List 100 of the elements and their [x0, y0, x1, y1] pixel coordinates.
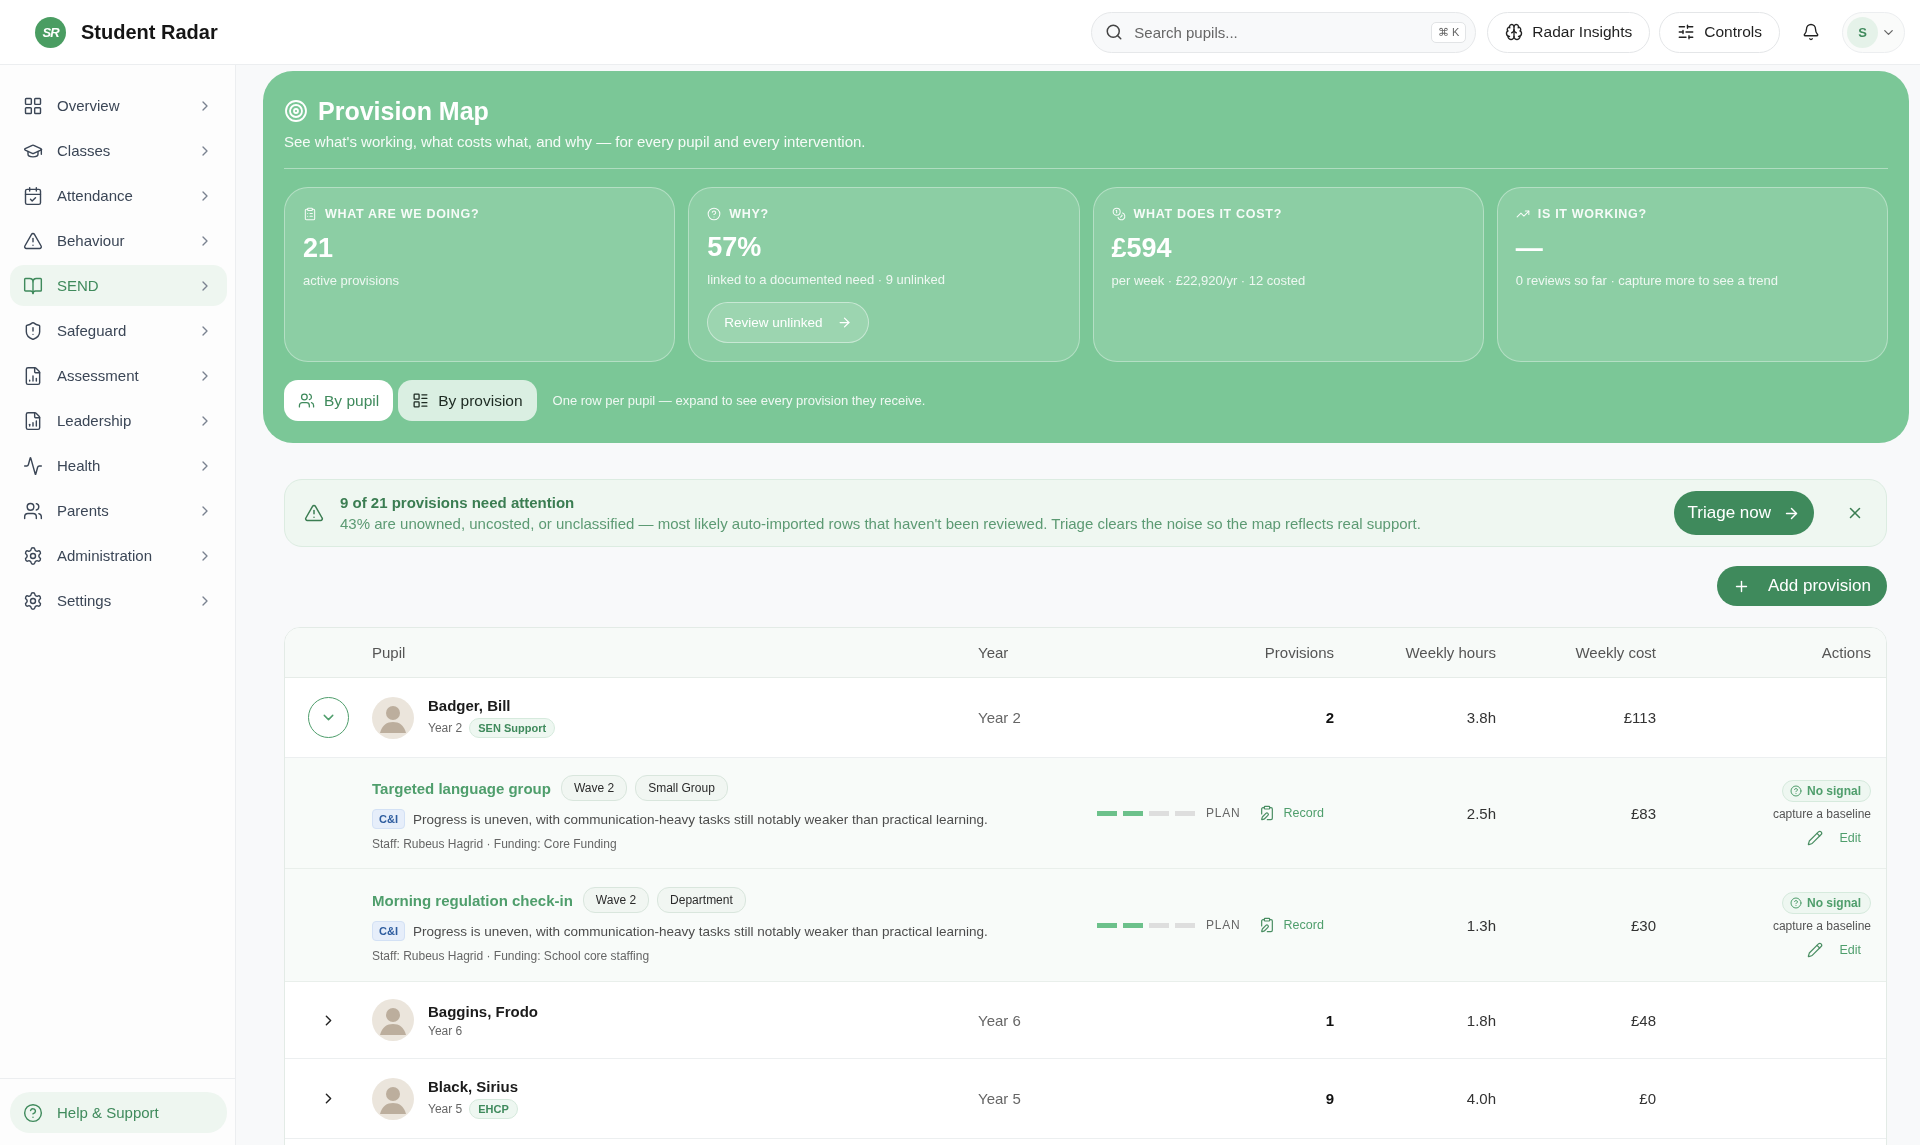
pupil-name[interactable]: Black, Sirius [428, 1078, 519, 1095]
need-tag: SEN Support [469, 718, 556, 738]
view-hint: One row per pupil — expand to see every provision they receive. [552, 393, 926, 408]
app-name: Student Radar [81, 20, 218, 44]
signal-label: No signal [1807, 896, 1861, 910]
year-cell-text: Year 5 [978, 1090, 1022, 1107]
sidebar-item[interactable]: Health [10, 445, 227, 486]
arrow-right-icon [836, 315, 852, 331]
help-circle-icon [1790, 897, 1802, 909]
people-icon [23, 500, 43, 521]
column-header: Year [978, 644, 1010, 661]
stat-label: IS IT WORKING? [1537, 207, 1647, 221]
stat-value: 21 [303, 232, 334, 264]
stat-caption: active provisions [303, 272, 400, 290]
provision-meta: Staff: Rubeus Hagrid · Funding: School core staffing [372, 949, 651, 963]
signal-label: No signal [1807, 784, 1861, 798]
sidebar-item[interactable]: Behaviour [10, 220, 227, 261]
cost-cell-text: £48 [1629, 1011, 1656, 1029]
help-circle-icon [707, 206, 722, 221]
stat-value: — [1515, 232, 1543, 264]
add-provision-button[interactable]: Add provision [1717, 566, 1887, 606]
search-icon [1105, 22, 1124, 41]
avatar-silhouette-icon [372, 696, 414, 739]
hours-cell-text: 3.8h [1465, 709, 1496, 726]
view-toggle-button[interactable]: By provision [398, 380, 537, 421]
grid-icon [23, 95, 43, 116]
pupil-name[interactable]: Baggins, Frodo [428, 1002, 538, 1020]
provision-note: Progress is uneven, with communication-heavy tasks still notably weaker than practical learning. [412, 923, 988, 939]
hours-cell-text: 4.0h [1465, 1090, 1496, 1107]
stat-value: 57% [707, 231, 762, 264]
account-menu-button[interactable]: S [1842, 11, 1905, 53]
hours-cell-text: 1.8h [1465, 1011, 1496, 1029]
user-avatar: S [1847, 16, 1878, 48]
sidebar-item[interactable]: Overview [10, 85, 227, 126]
page-title: Provision Map [318, 97, 489, 125]
sidebar-item[interactable]: Parents [10, 490, 227, 531]
bell-icon[interactable] [1802, 23, 1820, 41]
clipboard-pen-icon [1258, 805, 1275, 821]
sidebar-item[interactable]: Leadership [10, 400, 227, 441]
pupil-name[interactable]: Badger, Bill [428, 697, 556, 714]
header-button[interactable]: Controls [1659, 11, 1780, 53]
app-logo: SR [35, 16, 66, 48]
warning-icon [23, 230, 43, 251]
hours-cell-text: 2.5h [1465, 804, 1496, 822]
signal-hint: capture a baseline [1772, 807, 1871, 821]
sidebar-item[interactable]: Attendance [10, 175, 227, 216]
stage-label: PLAN [1206, 806, 1241, 820]
help-circle-icon [1790, 785, 1802, 797]
calendar-check-icon [23, 185, 43, 206]
clipboard-pen-icon [1258, 917, 1275, 933]
target-icon [284, 99, 308, 123]
need-badge: C&I [372, 921, 405, 941]
header-button[interactable]: Radar Insights [1487, 11, 1651, 53]
provision-meta: Staff: Rubeus Hagrid · Funding: Core Funding [372, 837, 618, 851]
hours-cell-text: 1.3h [1465, 916, 1496, 934]
sidebar-item[interactable]: Classes [10, 130, 227, 171]
cost-cell-text: £113 [1622, 709, 1656, 726]
stat-caption: 0 reviews so far · capture more to see a trend [1515, 272, 1779, 290]
sidebar-item[interactable]: Administration [10, 535, 227, 576]
pencil-icon [1807, 830, 1824, 846]
clipboard-icon [303, 207, 317, 221]
stat-caption: linked to a documented need · 9 unlinked [707, 271, 946, 290]
column-header: Pupil [372, 644, 407, 661]
settings-icon [23, 545, 43, 566]
provisions-cell-text: 1 [1324, 1011, 1334, 1029]
list-icon [412, 392, 430, 409]
need-badge: C&I [372, 809, 405, 829]
pupil-year: Year 5 [428, 1102, 463, 1116]
stage-label: PLAN [1206, 918, 1241, 932]
cost-cell-text: £30 [1629, 916, 1656, 934]
year-cell-text: Year 6 [978, 1011, 1022, 1029]
cost-cell-text: £83 [1629, 804, 1656, 822]
triage-button[interactable]: Triage now [1673, 491, 1814, 535]
column-header: Actions [1820, 644, 1871, 661]
avatar-silhouette-icon [372, 1077, 414, 1120]
stat-caption: per week · £22,920/yr · 12 costed [1111, 272, 1306, 290]
sidebar-item[interactable]: Settings [10, 580, 227, 621]
sidebar-item[interactable]: Safeguard [10, 310, 227, 351]
stat-label: WHAT ARE WE DOING? [325, 207, 480, 221]
stat-value: £594 [1111, 232, 1172, 264]
avatar-silhouette-icon [372, 999, 414, 1041]
stat-label: WHY? [729, 206, 769, 221]
sidebar-item[interactable]: SEND [10, 265, 227, 306]
pupil-year: Year 6 [428, 1023, 463, 1038]
help-circle-icon [23, 1102, 43, 1123]
wave-tag: Department [657, 887, 746, 913]
view-toggle-button[interactable]: By pupil [284, 380, 394, 421]
year-cell-text: Year 2 [978, 709, 1022, 726]
sidebar-item[interactable]: Assessment [10, 355, 227, 396]
cost-cell-text: £0 [1638, 1090, 1656, 1107]
column-header: Provisions [1263, 644, 1334, 661]
stat-label: WHAT DOES IT COST? [1133, 207, 1282, 221]
help-support-button[interactable]: Help & Support [10, 1092, 227, 1133]
wave-tag: Small Group [635, 775, 728, 801]
provision-note: Progress is uneven, with communication-heavy tasks still notably weaker than practical learning. [412, 811, 988, 827]
pencil-icon [1807, 942, 1824, 958]
report-chart-icon [23, 410, 43, 431]
banner-title: 9 of 21 provisions need attention [340, 494, 576, 511]
warning-icon [304, 503, 324, 523]
signal-hint: capture a baseline [1772, 919, 1871, 933]
